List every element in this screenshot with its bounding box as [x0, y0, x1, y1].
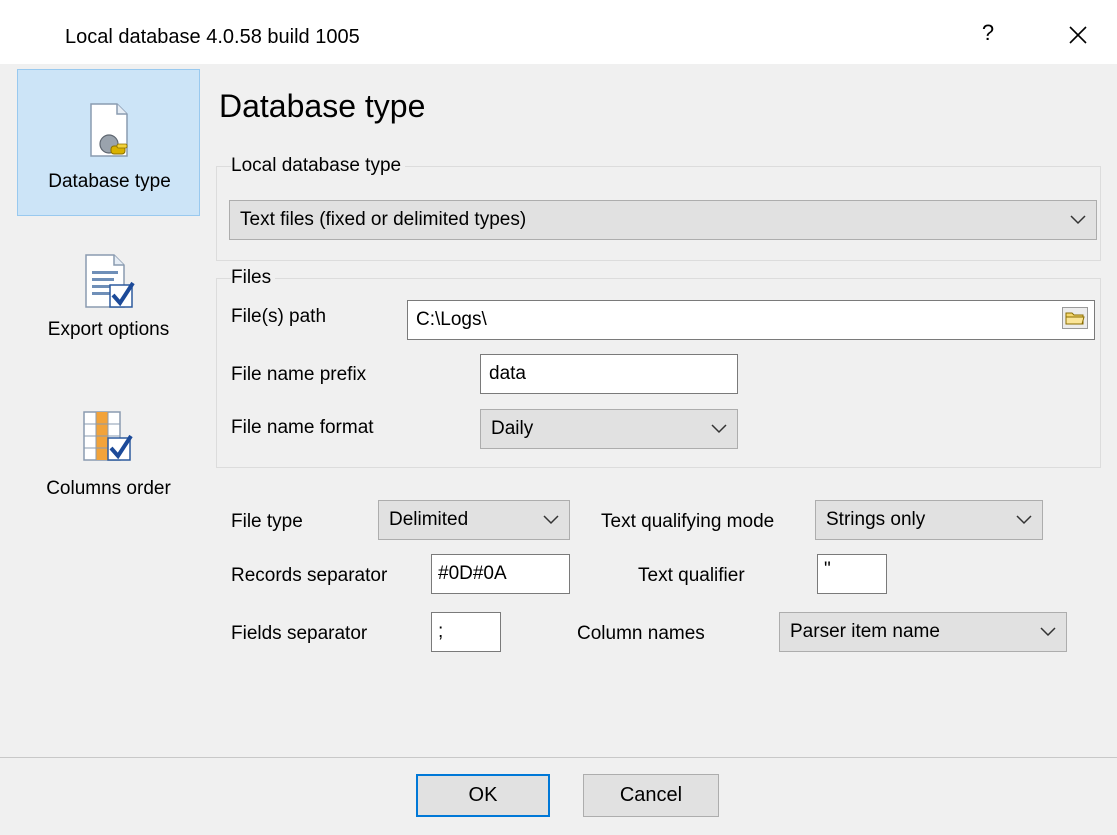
fields-separator-input[interactable]: ;	[431, 612, 501, 652]
select-value: Daily	[491, 418, 534, 439]
records-separator-input[interactable]: #0D#0A	[431, 554, 570, 594]
browse-folder-button[interactable]	[1062, 307, 1088, 329]
text-qualifying-mode-select[interactable]: Strings only	[815, 500, 1043, 540]
input-value: data	[489, 363, 526, 384]
document-checkmark-icon	[78, 251, 138, 311]
text-qualifier-label: Text qualifier	[638, 565, 745, 586]
file-name-prefix-label: File name prefix	[231, 364, 367, 385]
select-value: Strings only	[826, 509, 926, 530]
file-type-label: File type	[231, 511, 303, 532]
nav-item-database-type[interactable]: Database type	[17, 69, 200, 216]
grid-checkmark-icon	[78, 404, 138, 464]
group-label: Files	[231, 267, 276, 289]
title-bar: Local database 4.0.58 build 1005 ?	[0, 0, 1117, 64]
file-path-input[interactable]: C:\Logs\	[407, 300, 1095, 340]
page-title: Database type	[219, 88, 426, 124]
nav-item-export-options[interactable]: Export options	[17, 235, 200, 355]
select-value: Delimited	[389, 509, 469, 530]
group-label: Local database type	[231, 155, 406, 177]
nav-item-label: Database type	[48, 171, 171, 192]
help-button[interactable]: ?	[978, 20, 998, 50]
close-icon	[1069, 26, 1087, 44]
nav-item-columns-order[interactable]: Columns order	[17, 400, 200, 510]
chevron-down-icon	[1016, 515, 1032, 525]
plug-document-icon	[79, 100, 139, 160]
folder-icon	[1065, 312, 1085, 325]
cancel-button[interactable]: Cancel	[583, 774, 719, 817]
input-value: ;	[438, 621, 444, 642]
nav-item-label: Export options	[47, 319, 170, 340]
chevron-down-icon	[711, 424, 727, 434]
ok-button[interactable]: OK	[416, 774, 550, 817]
chevron-down-icon	[1040, 627, 1056, 637]
file-name-format-label: File name format	[231, 417, 374, 438]
close-button[interactable]	[1061, 17, 1095, 53]
dialog-footer: OK Cancel	[0, 757, 1117, 835]
input-value: #0D#0A	[438, 563, 507, 584]
select-value: Parser item name	[790, 621, 940, 642]
text-qualifying-mode-label: Text qualifying mode	[601, 511, 775, 532]
file-name-format-select[interactable]: Daily	[480, 409, 738, 449]
file-type-select[interactable]: Delimited	[378, 500, 570, 540]
file-name-prefix-input[interactable]: data	[480, 354, 738, 394]
file-path-label: File(s) path	[231, 306, 327, 327]
input-value: C:\Logs\	[416, 309, 487, 330]
chevron-down-icon	[1070, 215, 1086, 225]
dialog-window: Local database 4.0.58 build 1005 ? Datab…	[0, 0, 1117, 835]
nav-item-label: Columns order	[46, 478, 171, 499]
input-value: "	[824, 559, 831, 581]
fields-separator-label: Fields separator	[231, 623, 368, 644]
select-value: Text files (fixed or delimited types)	[240, 209, 527, 230]
window-title: Local database 4.0.58 build 1005	[65, 26, 360, 48]
column-names-label: Column names	[577, 623, 705, 644]
records-separator-label: Records separator	[231, 565, 388, 586]
local-database-type-select[interactable]: Text files (fixed or delimited types)	[229, 200, 1097, 240]
column-names-select[interactable]: Parser item name	[779, 612, 1067, 652]
text-qualifier-input[interactable]: "	[817, 554, 887, 594]
chevron-down-icon	[543, 515, 559, 525]
